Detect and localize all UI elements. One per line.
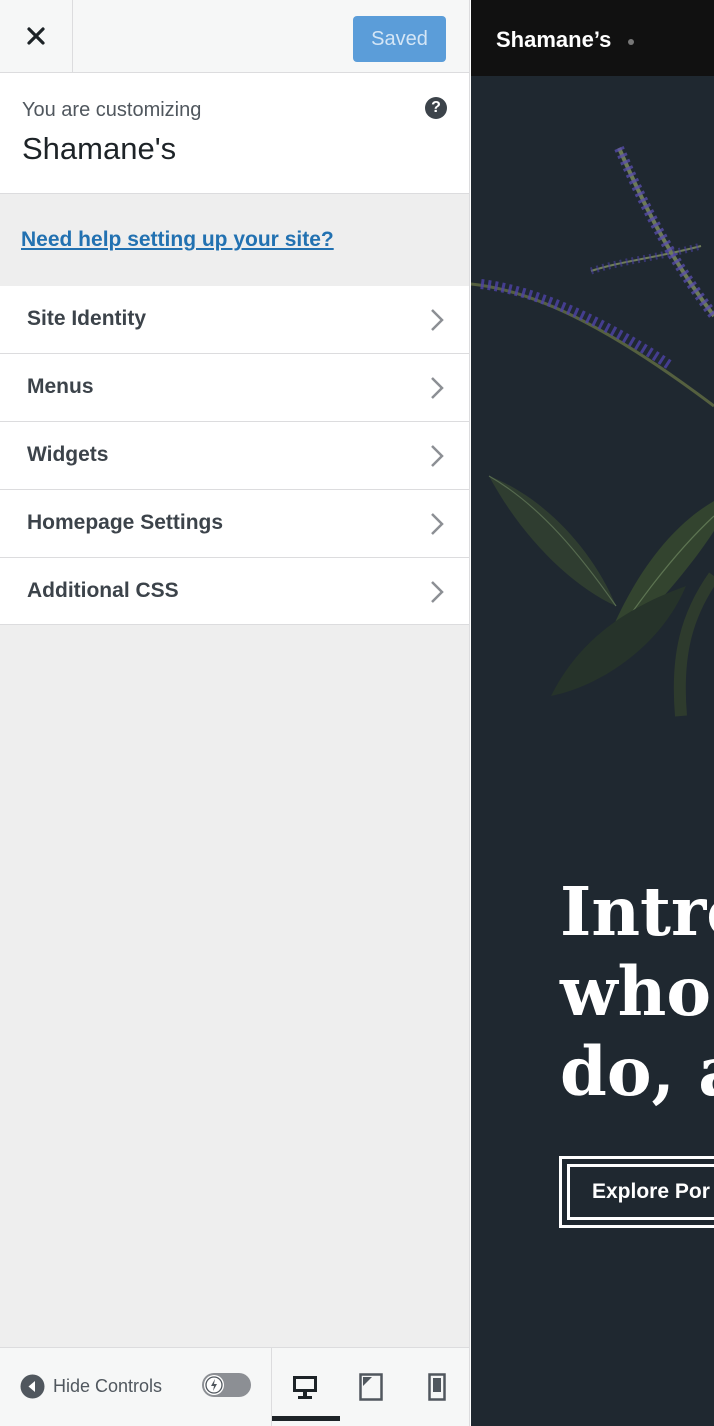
section-label: Site Identity	[27, 307, 147, 330]
customizer-sections: Site Identity Menus Widgets Homepage Set…	[0, 286, 469, 625]
hero-plant-image	[471, 145, 714, 717]
site-preview: Shamane’s Intro who y do, a Explore Por	[471, 0, 714, 1426]
help-icon[interactable]: ?	[425, 97, 447, 119]
button-label: Explore Por	[592, 1180, 710, 1203]
customizer-footer: Hide Controls	[0, 1347, 469, 1426]
menu-dot	[628, 39, 634, 45]
preview-site-name[interactable]: Shamane’s	[496, 27, 611, 53]
section-additional-css[interactable]: Additional CSS	[0, 558, 469, 625]
collapse-arrow-icon	[20, 1374, 45, 1398]
desktop-icon	[293, 1376, 317, 1399]
hero-heading-line: do, a	[560, 1032, 714, 1111]
chevron-right-icon	[431, 513, 444, 535]
hero-heading: Intro who y do, a	[560, 872, 714, 1112]
hero-heading-line: who y	[560, 952, 714, 1031]
customizer-header: Saved	[0, 0, 469, 73]
instant-preview-toggle[interactable]	[202, 1373, 251, 1397]
section-homepage-settings[interactable]: Homepage Settings	[0, 490, 469, 558]
chevron-right-icon	[431, 309, 444, 331]
explore-portfolio-button[interactable]: Explore Por	[559, 1156, 714, 1228]
close-button[interactable]	[0, 0, 73, 72]
section-menus[interactable]: Menus	[0, 354, 469, 422]
close-icon	[27, 27, 45, 45]
chevron-right-icon	[431, 581, 444, 603]
chevron-right-icon	[431, 445, 444, 467]
section-label: Additional CSS	[27, 579, 179, 602]
preview-site-header: Shamane’s	[471, 0, 714, 76]
site-title: Shamane's	[22, 131, 177, 166]
hide-controls-label: Hide Controls	[53, 1375, 163, 1396]
tablet-icon	[359, 1373, 383, 1401]
saved-button[interactable]: Saved	[353, 16, 446, 62]
preview-mobile-button[interactable]	[404, 1348, 470, 1426]
lightning-icon	[205, 1376, 223, 1394]
preview-desktop-button[interactable]	[272, 1348, 340, 1426]
hide-controls-button[interactable]: Hide Controls	[20, 1366, 162, 1406]
device-preview-switcher	[271, 1348, 469, 1426]
section-widgets[interactable]: Widgets	[0, 422, 469, 490]
hero-heading-line: Intro	[560, 872, 714, 951]
customizer-sidebar: Saved You are customizing Shamane's ? Ne…	[0, 0, 470, 1426]
section-label: Widgets	[27, 443, 109, 466]
toggle-knob	[204, 1375, 224, 1395]
section-label: Homepage Settings	[27, 511, 224, 534]
section-label: Menus	[27, 375, 94, 398]
section-site-identity[interactable]: Site Identity	[0, 286, 469, 354]
customize-info-panel: You are customizing Shamane's ?	[0, 73, 469, 194]
chevron-right-icon	[431, 377, 444, 399]
customizing-label: You are customizing	[22, 99, 202, 121]
preview-tablet-button[interactable]	[338, 1348, 404, 1426]
mobile-icon	[428, 1373, 446, 1401]
setup-help-link[interactable]: Need help setting up your site?	[21, 228, 334, 252]
